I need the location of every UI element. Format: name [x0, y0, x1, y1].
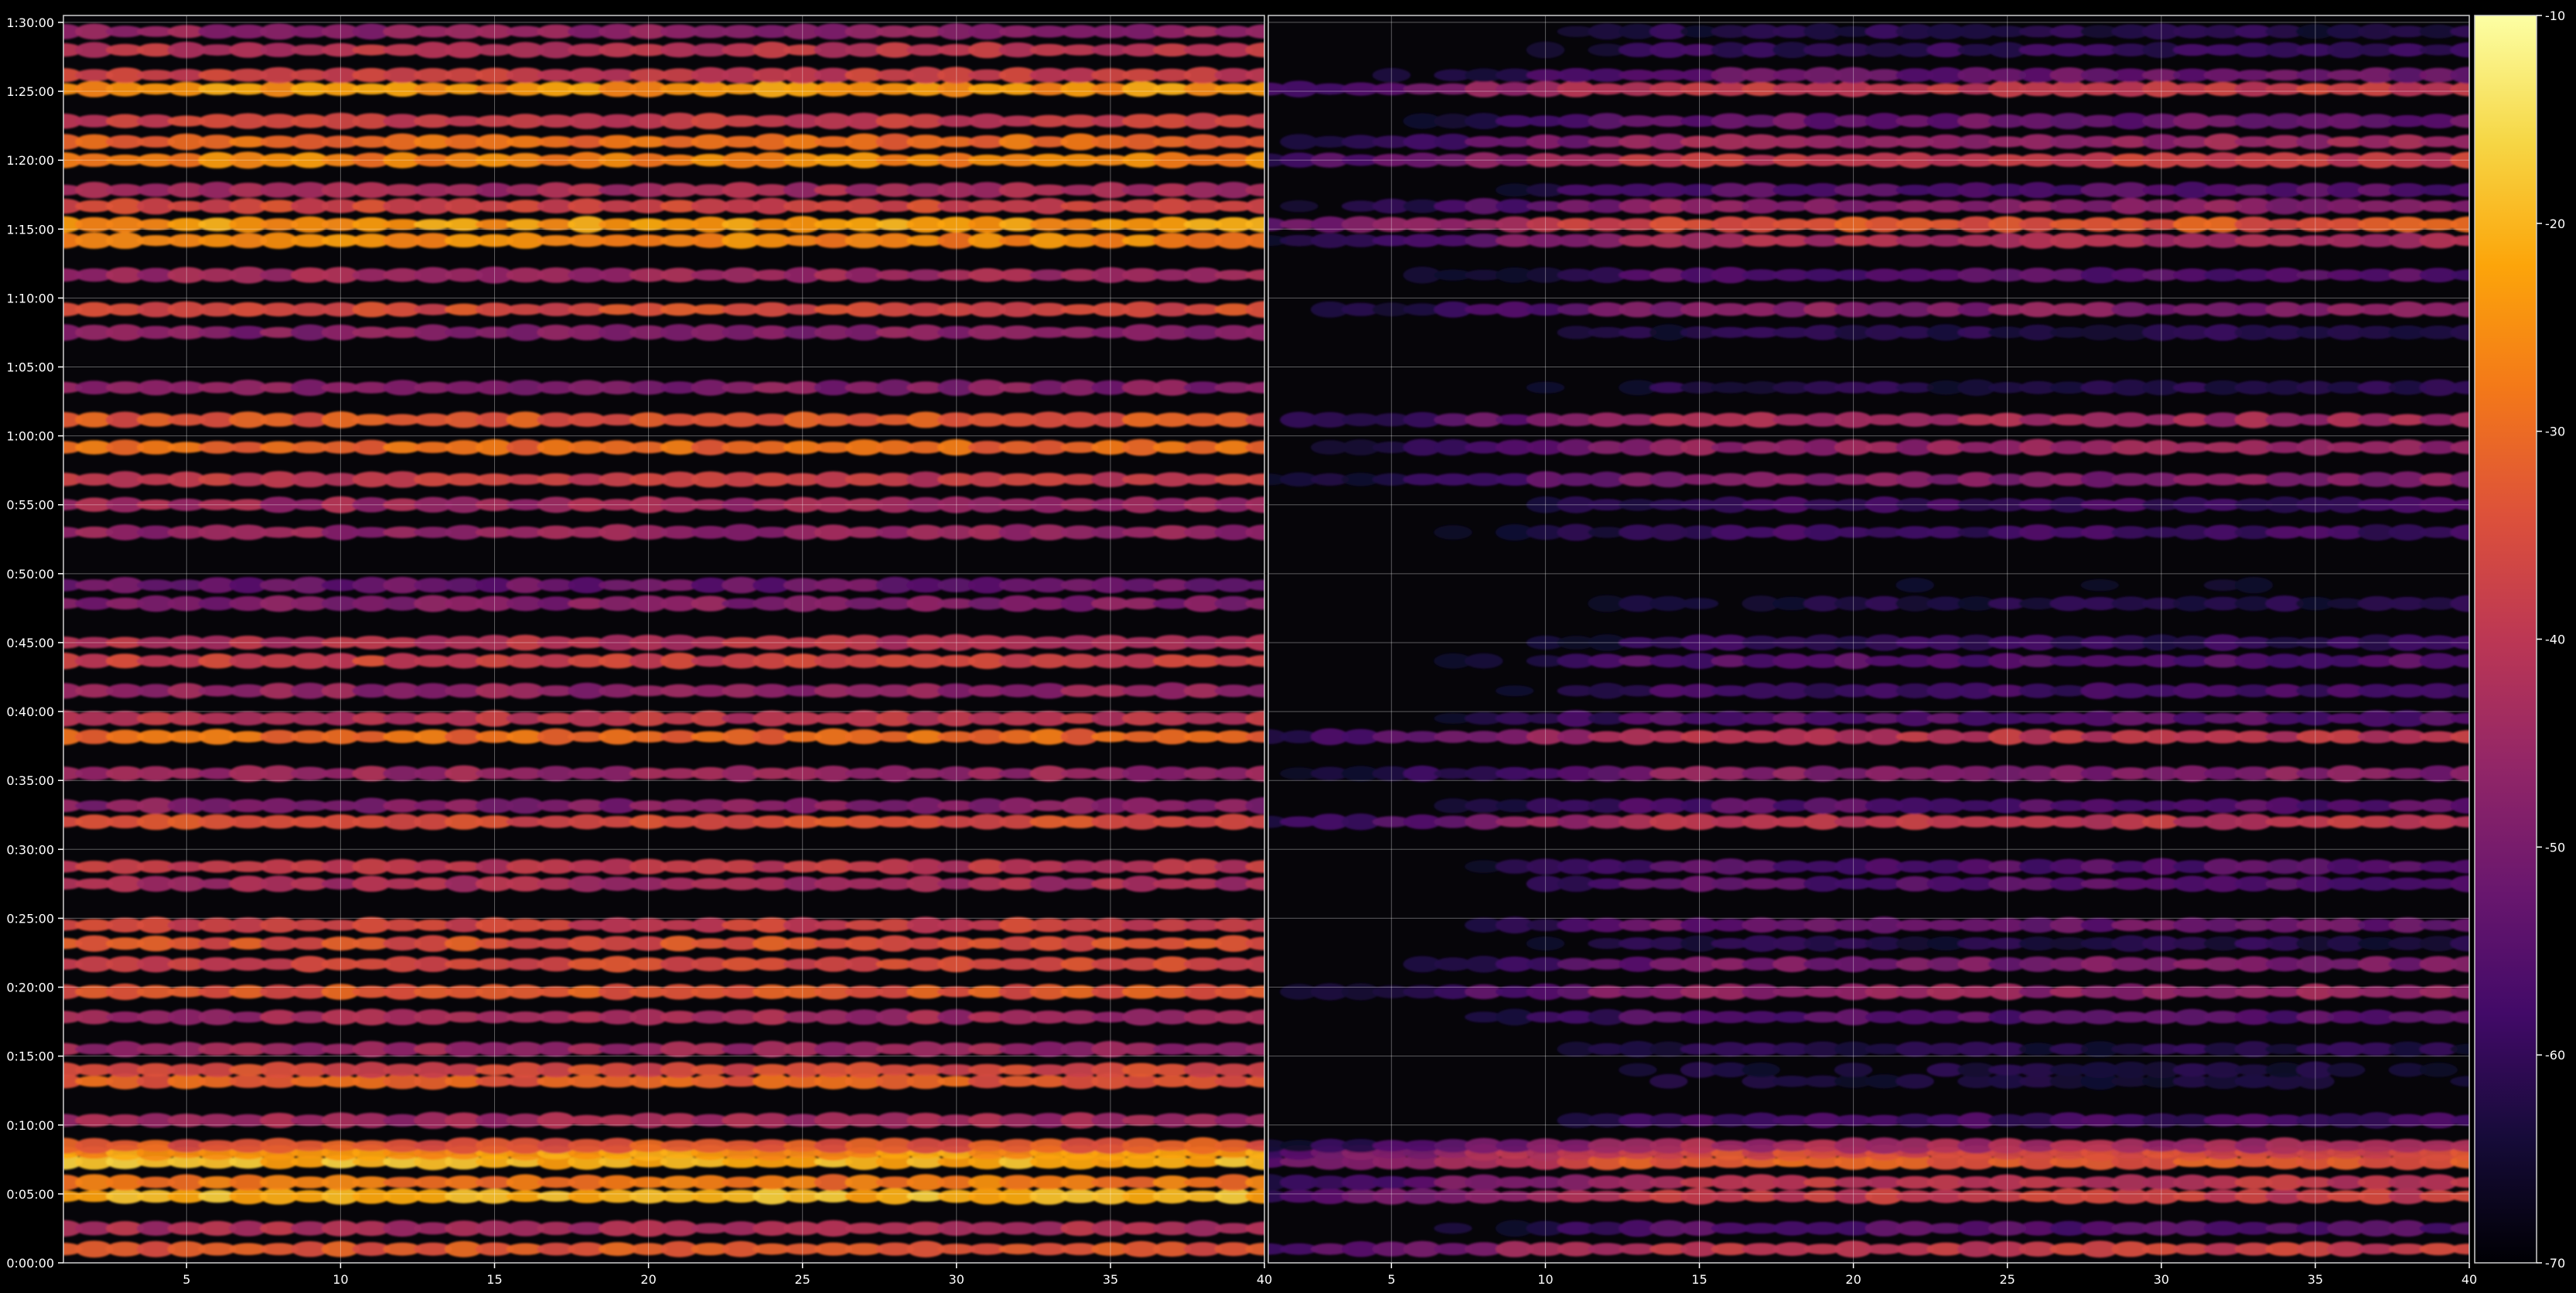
left-heatmap — [63, 23, 1264, 1258]
heatmap-cell — [2234, 577, 2273, 594]
colorbar-tick-label: -20 — [2545, 217, 2565, 231]
colorbar-tick-label: -30 — [2545, 425, 2565, 439]
colorbar-tick-label: -50 — [2545, 840, 2565, 855]
y-tick-label: 0:30:00 — [6, 842, 54, 857]
y-tick-label: 0:55:00 — [6, 498, 54, 513]
heatmap-cell — [1650, 1073, 1688, 1089]
y-tick-label: 0:05:00 — [6, 1187, 54, 1202]
heatmap-cell — [1895, 1073, 1934, 1089]
y-tick-label: 0:35:00 — [6, 773, 54, 788]
y-tick-label: 0:40:00 — [6, 704, 54, 719]
y-tick-label: 1:10:00 — [6, 291, 54, 305]
y-tick-label: 0:45:00 — [6, 636, 54, 650]
colorbar-tick-label: -70 — [2545, 1256, 2565, 1271]
colorbar-tick-label: -60 — [2545, 1048, 2565, 1063]
heatmap-cell — [1465, 653, 1503, 669]
x-tick-label: 35 — [1103, 1272, 1118, 1287]
heatmap-cell — [2327, 1063, 2366, 1077]
y-tick-label: 1:05:00 — [6, 360, 54, 374]
colorbar-tick-label: -40 — [2545, 633, 2565, 647]
y-tick-label: 0:25:00 — [6, 911, 54, 926]
x-tick-label: 25 — [795, 1272, 810, 1287]
heatmap-cell — [1434, 1223, 1472, 1234]
y-tick-label: 1:20:00 — [6, 153, 54, 168]
y-tick-label: 0:00:00 — [6, 1256, 54, 1271]
left-panel: 5 10 15 20 25 30 35 40 — [63, 15, 1272, 1287]
heatmap-cell — [2080, 578, 2119, 592]
right-panel: 5 10 15 20 25 30 35 40 — [1268, 15, 2477, 1287]
heatmap-cell — [2419, 1063, 2458, 1077]
heatmap-cell — [1895, 578, 1934, 593]
y-tick-label: 1:30:00 — [6, 15, 54, 30]
y-tick-label: 0:10:00 — [6, 1118, 54, 1133]
x-tick-label: 20 — [1845, 1272, 1861, 1287]
y-tick-label: 1:00:00 — [6, 429, 54, 444]
x-tick-label: 15 — [1691, 1272, 1707, 1287]
heatmap-cell — [1434, 525, 1472, 540]
heatmap-cell — [1495, 685, 1534, 697]
x-tick-label: 15 — [486, 1272, 502, 1287]
heatmap-cell — [1280, 200, 1319, 213]
x-tick-label: 40 — [1257, 1272, 1272, 1287]
heatmap-cell — [1619, 1063, 1657, 1077]
colorbar-gradient — [2474, 15, 2537, 1264]
x-tick-label: 30 — [2154, 1272, 2169, 1287]
colorbar-tick-label: -10 — [2545, 9, 2565, 23]
x-tick-label: 20 — [640, 1272, 656, 1287]
heatmap-cell — [1742, 1063, 1780, 1077]
y-tick-label: 0:15:00 — [6, 1049, 54, 1064]
x-tick-label: 25 — [2000, 1272, 2015, 1287]
x-tick-label: 10 — [1537, 1272, 1553, 1287]
y-tick-label: 0:20:00 — [6, 981, 54, 995]
spectrogram-figure: 5 10 15 20 25 30 35 40 5 10 15 20 25 30 35 40 0:00:00 0… — [0, 0, 2576, 1293]
y-tick-label: 0:50:00 — [6, 567, 54, 582]
x-tick-label: 10 — [333, 1272, 348, 1287]
y-tick-label: 1:15:00 — [6, 222, 54, 237]
x-tick-label: 5 — [183, 1272, 190, 1287]
x-tick-label: 5 — [1387, 1272, 1395, 1287]
x-tick-label: 35 — [2308, 1272, 2323, 1287]
y-tick-label: 1:25:00 — [6, 84, 54, 99]
x-tick-label: 40 — [2462, 1272, 2477, 1287]
x-tick-label: 30 — [949, 1272, 964, 1287]
